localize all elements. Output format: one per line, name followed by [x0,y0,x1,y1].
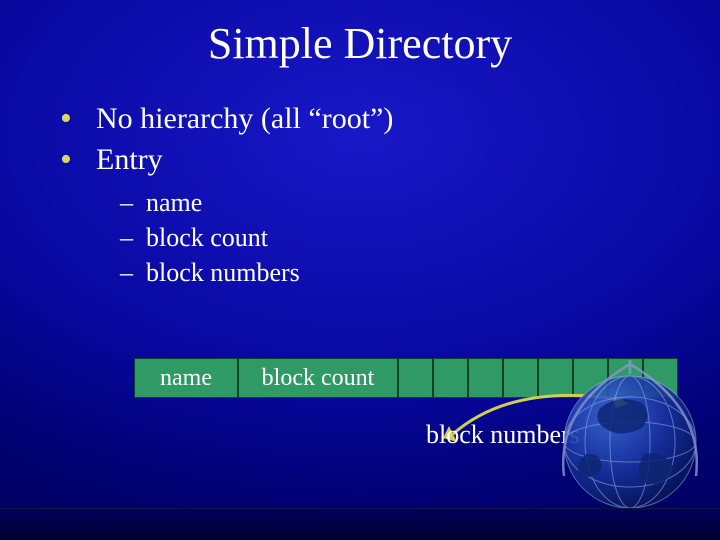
cell-block-number [433,358,468,398]
cell-block-number [573,358,608,398]
cell-name: name [134,358,238,398]
entry-diagram: name block count block numbers [134,358,679,398]
block-numbers-label: block numbers [426,420,580,450]
cell-block-number [503,358,538,398]
cell-block-count: block count [238,358,398,398]
bullet-list: No hierarchy (all “root”) Entry [60,99,720,179]
cell-block-number [608,358,643,398]
cell-block-number [538,358,573,398]
slide-footer-bar [0,508,720,540]
sub-bullet-item: block numbers [120,255,720,290]
cell-block-number [643,358,678,398]
cell-block-number [398,358,433,398]
bullet-item: Entry [60,140,720,179]
sub-bullet-item: block count [120,220,720,255]
slide-body: No hierarchy (all “root”) Entry name blo… [0,69,720,290]
cell-block-number [468,358,503,398]
sub-bullet-list: name block count block numbers [120,185,720,290]
sub-bullet-item: name [120,185,720,220]
slide-title: Simple Directory [0,0,720,69]
diagram-row: name block count [134,358,679,398]
bullet-item: No hierarchy (all “root”) [60,99,720,138]
